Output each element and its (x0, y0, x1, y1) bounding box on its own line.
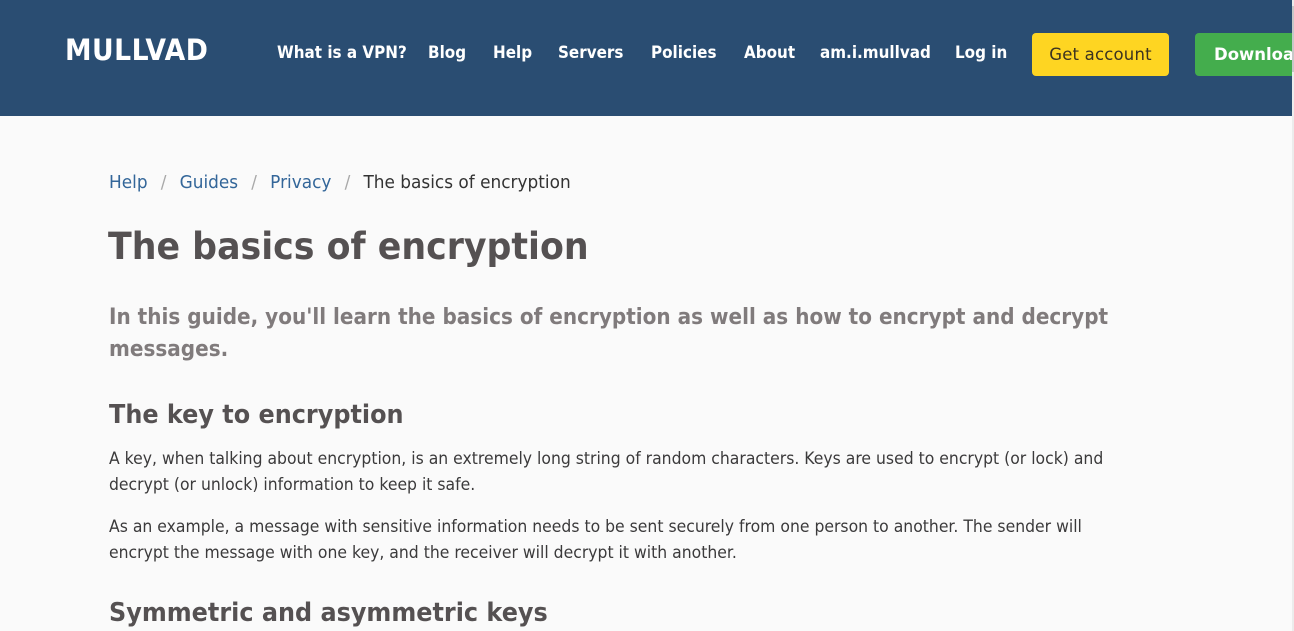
nav-am-i-mullvad[interactable]: am.i.mullvad (820, 43, 931, 62)
section-heading-symmetric-asymmetric: Symmetric and asymmetric keys (109, 598, 548, 628)
page-title: The basics of encryption (108, 225, 589, 268)
paragraph: A key, when talking about encryption, is… (109, 449, 1104, 495)
site-header: MULLVAD What is a VPN? Blog Help Servers… (0, 0, 1294, 116)
breadcrumb-separator: / (160, 172, 167, 193)
breadcrumb-privacy[interactable]: Privacy (270, 172, 331, 193)
get-account-button[interactable]: Get account (1032, 33, 1169, 76)
nav-help[interactable]: Help (493, 43, 532, 62)
breadcrumb: Help / Guides / Privacy / The basics of encryp… (109, 172, 571, 193)
nav-blog[interactable]: Blog (428, 43, 466, 62)
nav-what-is-a-vpn[interactable]: What is a VPN? (277, 43, 407, 62)
breadcrumb-current: The basics of encryption (363, 172, 571, 193)
nav-log-in[interactable]: Log in (955, 43, 1007, 62)
nav-policies[interactable]: Policies (651, 43, 717, 62)
paragraph: As an example, a message with sensitive … (109, 517, 1082, 563)
nav-servers[interactable]: Servers (558, 43, 623, 62)
mullvad-logo[interactable]: MULLVAD (65, 33, 208, 67)
breadcrumb-guides[interactable]: Guides (180, 172, 239, 193)
download-button[interactable]: Download (1195, 33, 1294, 76)
nav-about[interactable]: About (744, 43, 795, 62)
breadcrumb-help[interactable]: Help (109, 172, 148, 193)
section-heading-key-to-encryption: The key to encryption (109, 400, 404, 430)
article-lead: In this guide, you'll learn the basics o… (109, 305, 1109, 362)
breadcrumb-separator: / (251, 172, 258, 193)
breadcrumb-separator: / (344, 172, 351, 193)
